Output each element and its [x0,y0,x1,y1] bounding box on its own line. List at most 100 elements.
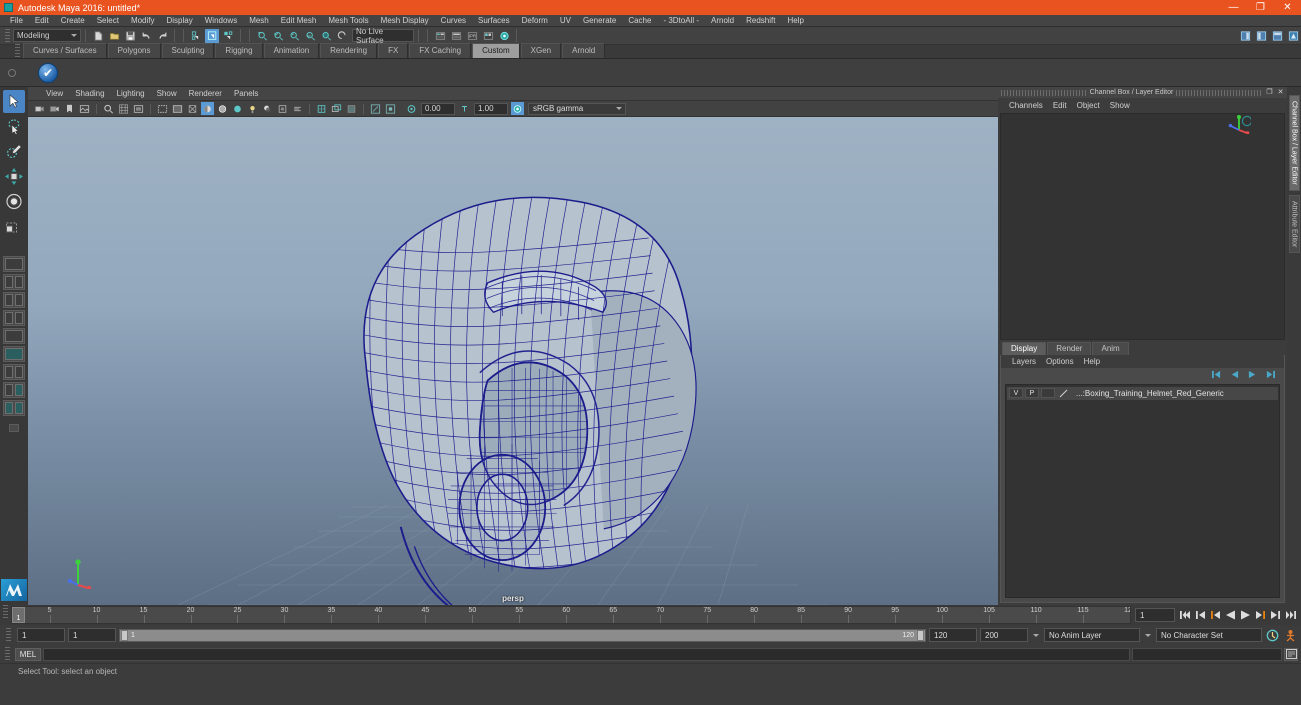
panel-menu-view[interactable]: View [40,87,69,101]
command-input[interactable] [43,647,1130,661]
snap-curve-icon[interactable] [271,29,285,43]
live-surface-field[interactable]: No Live Surface [352,27,414,45]
gate-mask-icon[interactable] [171,102,184,115]
undo-icon[interactable] [139,29,153,43]
shelf-tab-sculpting[interactable]: Sculpting [161,43,215,58]
menu-item-file[interactable]: File [4,15,29,27]
single-pane-layout[interactable] [3,256,25,272]
select-component-icon[interactable] [221,29,235,43]
menu-item-mesh-display[interactable]: Mesh Display [375,15,435,27]
timeline-grip[interactable] [3,605,8,619]
menu-item-create[interactable]: Create [55,15,91,27]
ipr-render-icon[interactable] [449,29,463,43]
panel-menu-shading[interactable]: Shading [69,87,110,101]
shadows-icon[interactable] [261,102,274,115]
menu-item-modify[interactable]: Modify [125,15,161,27]
close-icon[interactable]: ✕ [1276,88,1285,97]
render-current-frame-icon[interactable] [433,29,447,43]
snap-point-icon[interactable] [287,29,301,43]
select-camera-icon[interactable] [33,102,46,115]
layer-playback-toggle[interactable]: P [1025,388,1039,399]
layer-tab-display[interactable]: Display [1002,341,1047,355]
make-live-icon[interactable] [335,29,349,43]
range-end-field[interactable]: 120 [929,628,977,642]
command-grip[interactable] [5,647,10,661]
show-channel-box-icon[interactable] [1270,29,1284,43]
shelf-grip[interactable] [15,44,20,58]
menu-item-cache[interactable]: Cache [622,15,657,27]
open-scene-icon[interactable] [107,29,121,43]
step-forward-key-icon[interactable] [1254,608,1267,622]
maximize-button[interactable]: ❐ [1247,0,1274,15]
scale-tool[interactable] [3,215,25,238]
xray-icon[interactable] [345,102,358,115]
layer-next-icon[interactable] [1247,370,1258,379]
statusline-grip[interactable] [5,28,10,43]
2d-pan-zoom-icon[interactable] [102,102,115,115]
play-forwards-icon[interactable] [1239,608,1252,622]
four-pane-layout[interactable] [3,328,25,344]
layer-last-icon[interactable] [1265,370,1276,379]
command-language-button[interactable]: MEL [15,647,41,661]
color-management-icon[interactable] [511,102,524,115]
screen-space-ao-icon[interactable] [276,102,289,115]
panel-menu-lighting[interactable]: Lighting [111,87,151,101]
select-tool[interactable] [3,90,25,113]
menu-item-deform[interactable]: Deform [516,15,554,27]
script-editor-icon[interactable] [1284,647,1298,661]
menu-item-help[interactable]: Help [781,15,809,27]
gamma-icon[interactable] [458,102,471,115]
panel-menu-show[interactable]: Show [151,87,183,101]
menu-item-surfaces[interactable]: Surfaces [472,15,516,27]
exposure-field[interactable]: 0.00 [421,102,455,115]
menu-item-arnold[interactable]: Arnold [705,15,740,27]
range-grip[interactable] [6,628,11,642]
channel-box-menu-channels[interactable]: Channels [1004,101,1048,110]
go-to-end-icon[interactable] [1284,608,1297,622]
snap-view-plane-icon[interactable] [319,29,333,43]
menu-item-curves[interactable]: Curves [435,15,472,27]
play-backwards-icon[interactable] [1224,608,1237,622]
dock-tab-channel-box[interactable]: Channel Box / Layer Editor [1288,95,1300,191]
dock-tab-attribute-editor[interactable]: Attribute Editor [1288,194,1300,253]
render-view-icon[interactable] [497,29,511,43]
menu-item-3dtoall[interactable]: - 3DtoAll - [657,15,705,27]
film-gate-icon[interactable] [132,102,145,115]
animation-start-field[interactable]: 1 [17,628,65,642]
persp-graph-layout[interactable] [3,400,25,416]
shaded-wireframe-icon[interactable] [216,102,229,115]
layer-prev-icon[interactable] [1229,370,1240,379]
snap-projected-icon[interactable] [303,29,317,43]
image-plane-icon[interactable] [78,102,91,115]
lasso-select-tool[interactable] [3,115,25,138]
hypershade-layout[interactable] [3,364,25,380]
shelf-tab-custom[interactable]: Custom [472,43,520,58]
close-button[interactable]: ✕ [1274,0,1301,15]
boxing-helmet-wireframe-model[interactable] [28,117,998,605]
list-item[interactable]: V P ...:Boxing_Training_Helmet_Red_Gener… [1007,386,1278,400]
bookmark-icon[interactable] [63,102,76,115]
drag-handle[interactable] [1001,89,1087,96]
resolution-gate-icon[interactable] [156,102,169,115]
show-attribute-editor-icon[interactable] [1238,29,1252,43]
menu-item-edit[interactable]: Edit [29,15,55,27]
show-modeling-toolkit-icon[interactable] [1286,29,1300,43]
step-forward-frame-icon[interactable] [1269,608,1282,622]
chevron-down-icon[interactable] [1033,633,1039,637]
3d-viewport[interactable]: persp [28,117,998,605]
shelf-tab-polygons[interactable]: Polygons [107,43,161,58]
two-pane-stacked-layout[interactable] [3,292,25,308]
textured-icon[interactable] [231,102,244,115]
shelf-tab-rigging[interactable]: Rigging [215,43,263,58]
xray-active-icon[interactable] [384,102,397,115]
redo-icon[interactable] [155,29,169,43]
render-settings-icon[interactable]: IPR [465,29,479,43]
range-slider-bar[interactable]: 1 120 [119,628,926,642]
move-tool[interactable] [3,165,25,188]
hypershade-icon[interactable] [481,29,495,43]
layer-menu-help[interactable]: Help [1079,357,1105,366]
lights-icon[interactable] [246,102,259,115]
show-tool-settings-icon[interactable] [1254,29,1268,43]
animation-preferences-icon[interactable] [1283,628,1298,642]
layer-visibility-toggle[interactable]: V [1009,388,1023,399]
